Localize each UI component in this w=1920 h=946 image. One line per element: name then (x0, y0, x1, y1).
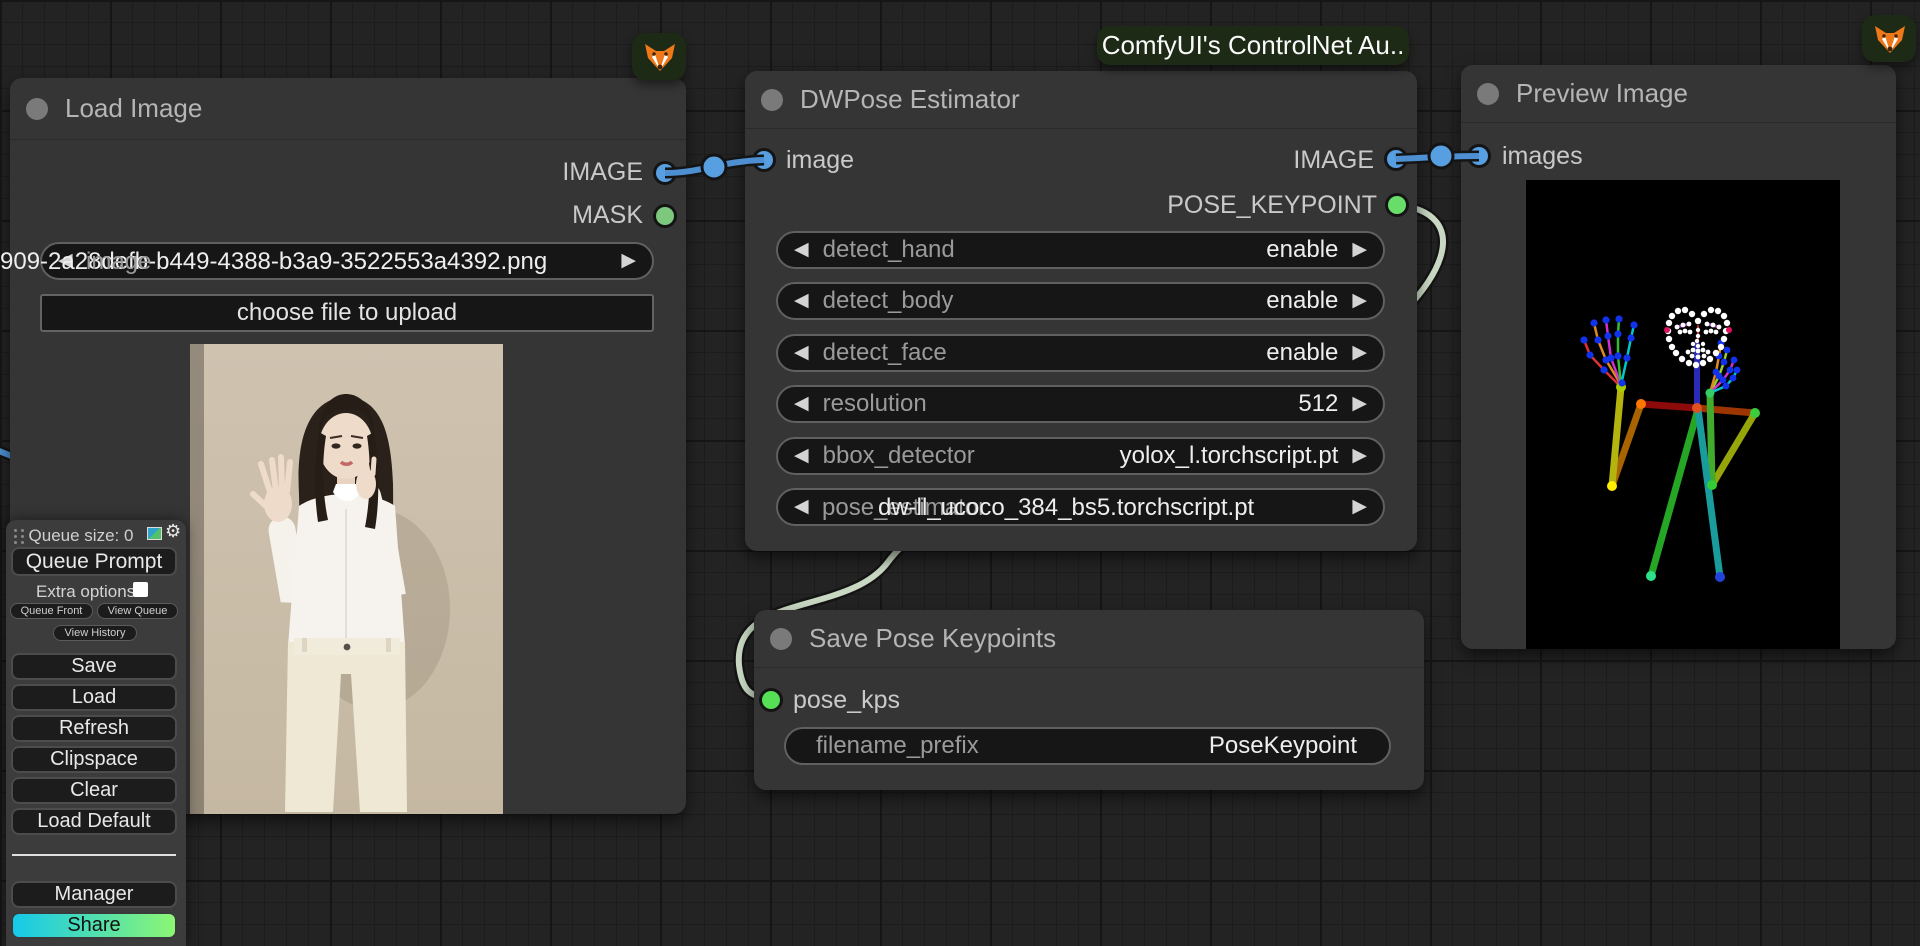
manager-button[interactable]: Manager (11, 881, 177, 908)
widget-value: enable (1266, 287, 1338, 315)
node-status-dot (770, 628, 792, 650)
load-default-button[interactable]: Load Default (11, 808, 177, 835)
pose-skeleton-image (1526, 180, 1840, 649)
view-history-button[interactable]: View History (53, 625, 137, 641)
node-save-pose-keypoints[interactable]: Save Pose Keypoints pose_kps filename_pr… (754, 610, 1424, 790)
prev-value-icon[interactable]: ◀ (794, 437, 809, 475)
next-value-icon[interactable]: ▶ (1352, 334, 1367, 372)
next-value-icon[interactable]: ▶ (1352, 437, 1367, 475)
output-label-pose-keypoint: POSE_KEYPOINT (1167, 191, 1377, 220)
output-dot-image[interactable] (656, 164, 674, 182)
prev-value-icon[interactable]: ◀ (794, 385, 809, 423)
image-filename-value: 909-2a28defb-b449-4388-b3a9-3522553a4392… (0, 248, 547, 276)
output-dot-image[interactable] (1387, 150, 1405, 168)
widget-value: yolox_l.torchscript.pt (1120, 442, 1339, 470)
widget-label: detect_face (823, 339, 947, 367)
prev-value-icon[interactable]: ◀ (794, 282, 809, 320)
reroute-dot[interactable] (702, 155, 726, 179)
input-label-pose-kps: pose_kps (793, 686, 900, 715)
menu-divider (12, 854, 176, 856)
comfyui-menu-panel[interactable]: Queue size: 0 ⚙ Queue Prompt Extra optio… (6, 520, 186, 946)
widget-label: detect_hand (823, 236, 955, 264)
input-label-image: image (786, 146, 854, 175)
gear-icon[interactable]: ⚙ (165, 521, 181, 542)
node-preview-header[interactable]: Preview Image (1461, 65, 1896, 123)
extra-options-label: Extra options (36, 582, 135, 602)
next-value-icon[interactable]: ▶ (1352, 282, 1367, 320)
extra-options-checkbox[interactable] (133, 582, 148, 597)
widget-value: PoseKeypoint (1209, 732, 1357, 760)
node-dwpose-header[interactable]: DWPose Estimator (745, 71, 1417, 129)
pose-skeleton-svg (1526, 180, 1840, 649)
widget-label: resolution (823, 390, 927, 418)
next-value-icon[interactable]: ▶ (1352, 385, 1367, 423)
input-dot-pose-kps[interactable] (762, 691, 780, 709)
widget-value: 512 (1298, 390, 1338, 418)
node-load-image-header[interactable]: Load Image (10, 78, 686, 140)
widget-label: bbox_detector (823, 442, 975, 470)
widget-value: enable (1266, 339, 1338, 367)
reroute-dot[interactable] (1429, 144, 1453, 168)
input-dot-image[interactable] (755, 151, 773, 169)
node-save-pose-header[interactable]: Save Pose Keypoints (754, 610, 1424, 668)
clipspace-button[interactable]: Clipspace (11, 746, 177, 773)
save-button[interactable]: Save (11, 653, 177, 680)
output-label-image: IMAGE (1293, 146, 1374, 175)
input-dot-images[interactable] (1470, 147, 1488, 165)
next-value-icon[interactable]: ▶ (1352, 488, 1367, 526)
widget-label: filename_prefix (816, 732, 979, 760)
fox-node-badge (1862, 15, 1916, 62)
share-button[interactable]: Share (11, 912, 177, 939)
loaded-image-preview (190, 344, 503, 814)
widget-bbox-detector[interactable]: ◀ bbox_detector yolox_l.torchscript.pt ▶ (776, 437, 1385, 475)
widget-label: detect_body (823, 287, 954, 315)
fox-icon (641, 42, 677, 72)
node-preview-image[interactable]: Preview Image images (1461, 65, 1896, 649)
widget-value: enable (1266, 236, 1338, 264)
clear-button[interactable]: Clear (11, 777, 177, 804)
output-dot-pose-keypoint[interactable] (1388, 196, 1406, 214)
choose-file-button[interactable]: choose file to upload (40, 294, 654, 332)
output-label-mask: MASK (572, 201, 643, 230)
prev-value-icon[interactable]: ◀ (794, 231, 809, 269)
widget-detect-hand[interactable]: ◀ detect_hand enable ▶ (776, 231, 1385, 269)
output-dot-mask[interactable] (656, 207, 674, 225)
load-button[interactable]: Load (11, 684, 177, 711)
output-label-image: IMAGE (562, 158, 643, 187)
image-widget-label: image (86, 248, 151, 276)
widget-resolution[interactable]: ◀ resolution 512 ▶ (776, 385, 1385, 423)
queue-front-button[interactable]: Queue Front (10, 603, 93, 619)
refresh-button[interactable]: Refresh (11, 715, 177, 742)
photo-woman-white-shirt (190, 344, 503, 814)
node-dwpose-estimator[interactable]: DWPose Estimator image IMAGE POSE_KEYPOI… (745, 71, 1417, 551)
group-title: ComfyUI's ControlNet Au.. (1102, 30, 1405, 61)
next-value-icon[interactable]: ▶ (621, 242, 636, 280)
widget-value: dw-ll_ucoco_384_bs5.torchscript.pt (878, 494, 1254, 522)
node-status-dot (761, 89, 783, 111)
prev-value-icon[interactable]: ◀ (794, 334, 809, 372)
next-value-icon[interactable]: ▶ (1352, 231, 1367, 269)
node-status-dot (26, 98, 48, 120)
node-title: DWPose Estimator (800, 84, 1020, 115)
fox-icon (1871, 24, 1907, 54)
view-queue-button[interactable]: View Queue (97, 603, 178, 619)
image-filename-widget[interactable]: ◀ 909-2a28defb-b449-4388-b3a9-3522553a43… (40, 242, 654, 280)
group-title-badge[interactable]: ComfyUI's ControlNet Au.. (1097, 26, 1409, 65)
node-title: Save Pose Keypoints (809, 623, 1056, 654)
node-title: Preview Image (1516, 78, 1688, 109)
fox-node-badge (632, 33, 686, 80)
queue-size-label: Queue size: 0 (6, 526, 156, 546)
input-label-images: images (1502, 142, 1583, 171)
gallery-icon[interactable] (147, 527, 162, 540)
widget-detect-face[interactable]: ◀ detect_face enable ▶ (776, 334, 1385, 372)
widget-filename-prefix[interactable]: filename_prefix PoseKeypoint (784, 727, 1391, 765)
widget-detect-body[interactable]: ◀ detect_body enable ▶ (776, 282, 1385, 320)
queue-prompt-button[interactable]: Queue Prompt (11, 547, 177, 576)
node-title: Load Image (65, 93, 202, 124)
node-status-dot (1477, 83, 1499, 105)
widget-pose-estimator[interactable]: ◀ pose_estimator dw-ll_ucoco_384_bs5.tor… (776, 488, 1385, 526)
prev-value-icon[interactable]: ◀ (794, 488, 809, 526)
